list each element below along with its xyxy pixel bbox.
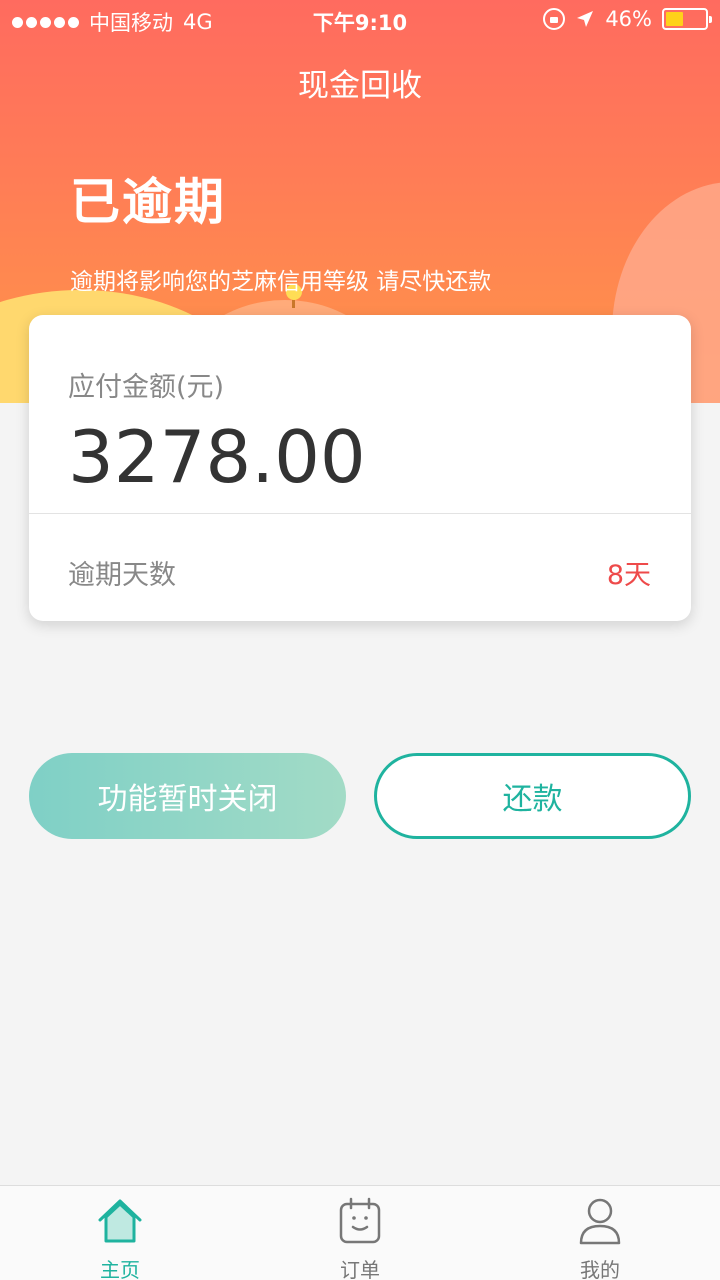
tab-orders-label: 订单 bbox=[340, 1258, 380, 1280]
page: 中国移动 4G 下午9:10 46% 现金回收 已逾期 逾期将影响您的芝麻信用等… bbox=[0, 0, 720, 1280]
battery-icon bbox=[662, 8, 712, 30]
tab-home[interactable]: 主页 bbox=[0, 1186, 240, 1280]
order-icon bbox=[339, 1197, 381, 1244]
amount-card: 应付金额(元) 3278.00 逾期天数 8天 bbox=[29, 315, 691, 621]
overdue-days-value: 8天 bbox=[606, 560, 651, 591]
home-icon bbox=[98, 1199, 142, 1243]
tab-profile-label: 我的 bbox=[580, 1258, 620, 1280]
battery-percent: 46% bbox=[605, 7, 652, 31]
status-bar: 中国移动 4G 下午9:10 46% bbox=[0, 0, 720, 40]
amount-label: 应付金额(元) bbox=[68, 372, 225, 403]
overdue-days-label: 逾期天数 bbox=[68, 560, 176, 591]
tab-profile[interactable]: 我的 bbox=[480, 1186, 720, 1280]
amount-value: 3278.00 bbox=[68, 415, 366, 499]
repay-button[interactable]: 还款 bbox=[374, 753, 691, 839]
overdue-status-heading: 已逾期 bbox=[70, 173, 226, 231]
rotation-lock-icon bbox=[543, 8, 566, 30]
function-disabled-button[interactable]: 功能暂时关闭 bbox=[29, 753, 346, 839]
tab-home-label: 主页 bbox=[100, 1258, 140, 1280]
tab-bar: 主页 订单 我的 bbox=[0, 1185, 720, 1280]
profile-icon bbox=[579, 1198, 621, 1245]
card-divider bbox=[29, 513, 691, 514]
overdue-warning-text: 逾期将影响您的芝麻信用等级 请尽快还款 bbox=[70, 269, 492, 295]
location-arrow-icon bbox=[577, 11, 594, 27]
page-title: 现金回收 bbox=[298, 68, 422, 104]
status-right: 46% bbox=[543, 7, 712, 31]
tab-orders[interactable]: 订单 bbox=[240, 1186, 480, 1280]
